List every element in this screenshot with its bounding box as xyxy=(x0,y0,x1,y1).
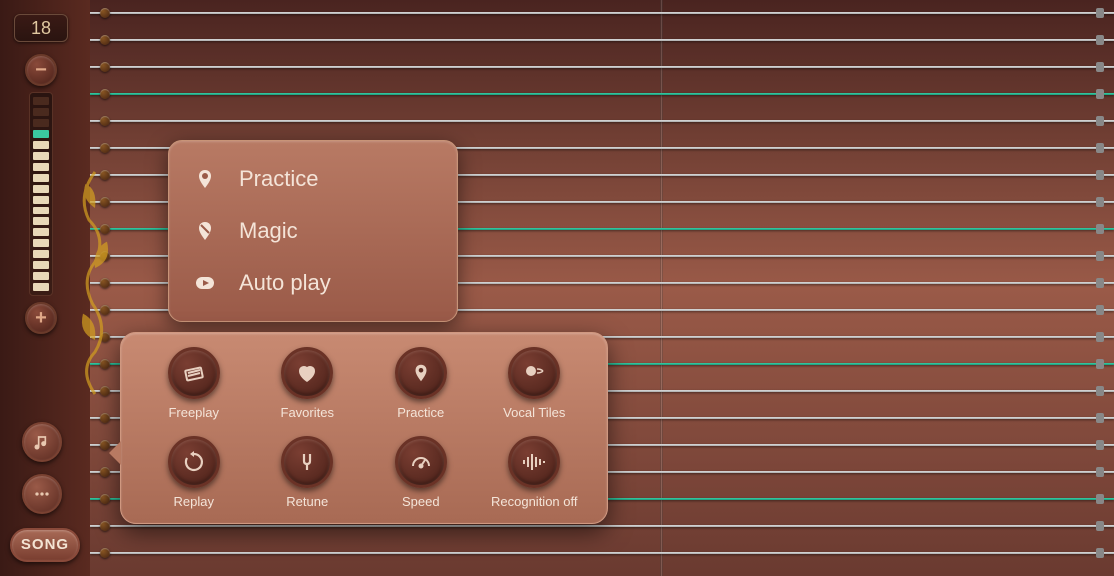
freeplay-icon xyxy=(182,361,206,385)
practice-tool-icon xyxy=(410,362,432,384)
tool-label: Retune xyxy=(286,494,328,509)
tool-label: Speed xyxy=(402,494,440,509)
mode-menu: Practice Magic Auto play xyxy=(168,140,458,322)
tool-label: Recognition off xyxy=(491,494,578,509)
volume-increase-button[interactable]: + xyxy=(25,302,57,334)
practice-icon xyxy=(191,165,219,193)
mode-label: Auto play xyxy=(239,270,331,296)
mode-practice[interactable]: Practice xyxy=(191,153,435,205)
bridge xyxy=(660,0,663,576)
more-button[interactable] xyxy=(22,474,62,514)
mode-autoplay[interactable]: Auto play xyxy=(191,257,435,309)
string[interactable] xyxy=(90,552,1114,554)
music-note-icon xyxy=(32,432,52,452)
tool-panel: Freeplay Favorites Practice Vocal Tiles … xyxy=(120,332,608,524)
tool-label: Favorites xyxy=(281,405,334,420)
string[interactable] xyxy=(90,525,1114,527)
tool-recognition[interactable]: Recognition off xyxy=(479,436,589,509)
tool-vocal-tiles[interactable]: Vocal Tiles xyxy=(479,347,589,420)
tool-speed[interactable]: Speed xyxy=(366,436,476,509)
tool-label: Freeplay xyxy=(168,405,219,420)
string[interactable] xyxy=(90,39,1114,41)
vocal-icon xyxy=(522,361,546,385)
tuning-fork-icon xyxy=(295,450,319,474)
tool-label: Practice xyxy=(397,405,444,420)
string-counter: 18 xyxy=(14,14,68,42)
tool-practice[interactable]: Practice xyxy=(366,347,476,420)
tool-freeplay[interactable]: Freeplay xyxy=(139,347,249,420)
song-button[interactable]: SONG xyxy=(10,528,80,562)
volume-slider[interactable]: − + xyxy=(22,54,60,334)
string[interactable] xyxy=(90,120,1114,122)
play-icon xyxy=(191,269,219,297)
magic-icon xyxy=(191,217,219,245)
tool-label: Replay xyxy=(174,494,214,509)
mode-label: Practice xyxy=(239,166,318,192)
tool-label: Vocal Tiles xyxy=(503,405,565,420)
string[interactable] xyxy=(90,12,1114,14)
mode-label: Magic xyxy=(239,218,298,244)
more-icon xyxy=(32,484,52,504)
tool-replay[interactable]: Replay xyxy=(139,436,249,509)
tool-favorites[interactable]: Favorites xyxy=(252,347,362,420)
string[interactable] xyxy=(90,93,1114,95)
volume-decrease-button[interactable]: − xyxy=(25,54,57,86)
replay-icon xyxy=(182,450,206,474)
mode-magic[interactable]: Magic xyxy=(191,205,435,257)
decorative-ornament xyxy=(70,160,120,400)
volume-track[interactable] xyxy=(29,92,53,296)
left-panel: 18 − + SONG xyxy=(0,0,90,576)
tool-retune[interactable]: Retune xyxy=(252,436,362,509)
gauge-icon xyxy=(409,450,433,474)
string[interactable] xyxy=(90,66,1114,68)
waveform-icon xyxy=(521,450,547,474)
music-button[interactable] xyxy=(22,422,62,462)
heart-icon xyxy=(295,361,319,385)
